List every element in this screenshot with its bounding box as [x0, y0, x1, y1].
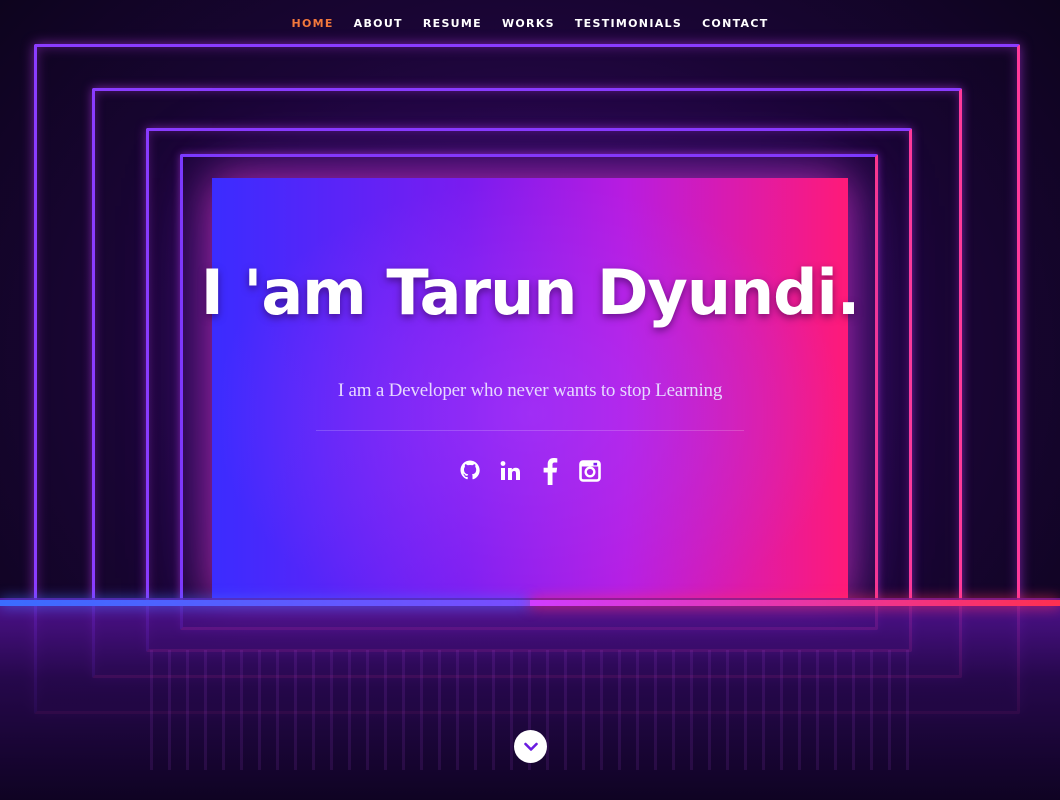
chevron-down-icon — [523, 742, 538, 751]
nav-home[interactable]: HOME — [291, 17, 333, 30]
divider — [316, 430, 744, 431]
hero-title: I 'am Tarun Dyundi. — [200, 256, 861, 329]
social-links — [0, 456, 1060, 486]
floor-light-blue — [0, 600, 530, 606]
github-icon[interactable] — [458, 456, 482, 486]
scroll-down-button[interactable] — [514, 730, 547, 763]
main-nav: HOME ABOUT RESUME WORKS TESTIMONIALS CON… — [0, 0, 1060, 48]
nav-about[interactable]: ABOUT — [354, 17, 403, 30]
hero-subtitle: I am a Developer who never wants to stop… — [337, 380, 723, 401]
nav-testimonials[interactable]: TESTIMONIALS — [575, 17, 682, 30]
linkedin-icon[interactable] — [498, 456, 522, 486]
nav-contact[interactable]: CONTACT — [702, 17, 768, 30]
nav-resume[interactable]: RESUME — [423, 17, 482, 30]
facebook-icon[interactable] — [538, 456, 562, 486]
hero-section: HOME ABOUT RESUME WORKS TESTIMONIALS CON… — [0, 0, 1060, 800]
instagram-icon[interactable] — [578, 456, 602, 486]
floor-light-red — [530, 600, 1060, 606]
nav-works[interactable]: WORKS — [502, 17, 555, 30]
